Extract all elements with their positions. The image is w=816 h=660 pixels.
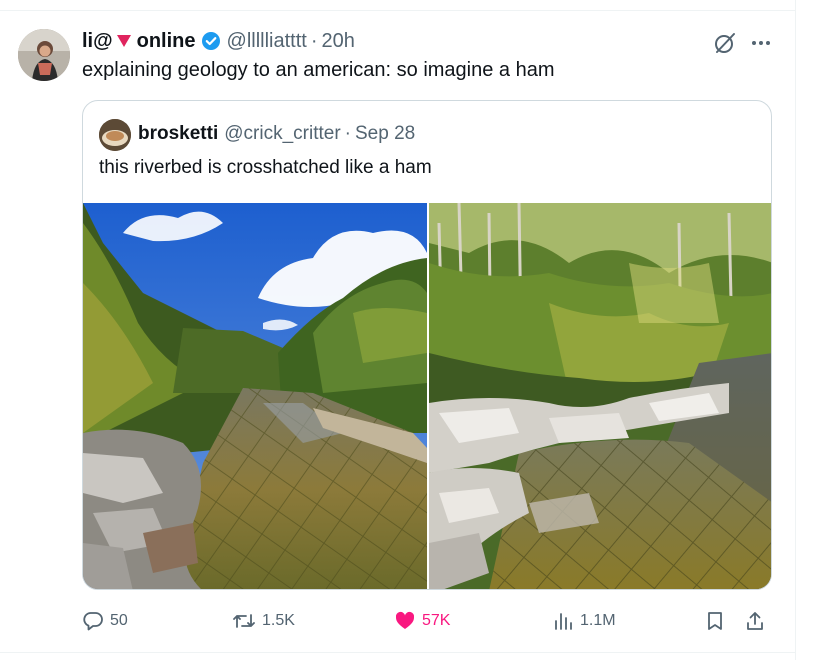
verified-icon <box>201 31 221 51</box>
like-button[interactable]: 57K <box>394 606 450 636</box>
tweet-header: li@ online @llllliatttt · 20h <box>82 29 355 53</box>
views-icon <box>555 613 572 630</box>
quoted-display-name: brosketti <box>138 123 219 144</box>
reply-button[interactable]: 50 <box>82 606 128 636</box>
riverbed-photo-right[interactable] <box>429 203 771 589</box>
retweet-icon <box>233 614 255 628</box>
red-heart-emoji-icon <box>116 34 132 48</box>
tweet-text: explaining geology to an american: so im… <box>82 59 555 81</box>
more-icon[interactable] <box>748 30 774 56</box>
quoted-handle: @crick_critter <box>224 123 341 144</box>
display-name-suffix[interactable]: online <box>137 30 196 53</box>
quoted-header: brosketti @crick_critter · Sep 28 <box>138 121 415 147</box>
right-divider <box>795 0 796 660</box>
riverbed-photo-left[interactable] <box>83 203 427 589</box>
like-count: 57K <box>422 612 451 629</box>
views-button[interactable]: 1.1M <box>552 606 616 636</box>
bottom-divider <box>0 652 795 653</box>
bookmark-button[interactable] <box>704 606 732 636</box>
separator: · <box>310 29 318 52</box>
retweet-count: 1.5K <box>262 612 295 629</box>
retweet-button[interactable]: 1.5K <box>232 606 295 636</box>
display-name[interactable]: li@ <box>82 30 113 53</box>
views-count: 1.1M <box>580 612 616 629</box>
reply-count: 50 <box>110 612 128 629</box>
user-handle[interactable]: @llllliatttt <box>227 30 307 53</box>
quoted-avatar <box>99 119 131 151</box>
bookmark-icon <box>708 612 722 630</box>
grok-icon[interactable] <box>712 30 738 56</box>
avatar[interactable] <box>18 29 70 81</box>
heart-icon <box>395 611 415 629</box>
share-icon <box>747 612 763 630</box>
top-divider <box>0 10 795 11</box>
timestamp[interactable]: 20h <box>322 30 355 53</box>
quoted-text: this riverbed is crosshatched like a ham <box>99 157 432 178</box>
action-bar: 50 1.5K 57K 1.1M <box>82 606 772 636</box>
quoted-separator: · <box>344 123 351 144</box>
share-button[interactable] <box>744 606 772 636</box>
quoted-date: Sep 28 <box>354 123 416 144</box>
reply-icon <box>83 612 103 631</box>
quoted-tweet[interactable]: brosketti @crick_critter · Sep 28 this r… <box>82 100 772 590</box>
